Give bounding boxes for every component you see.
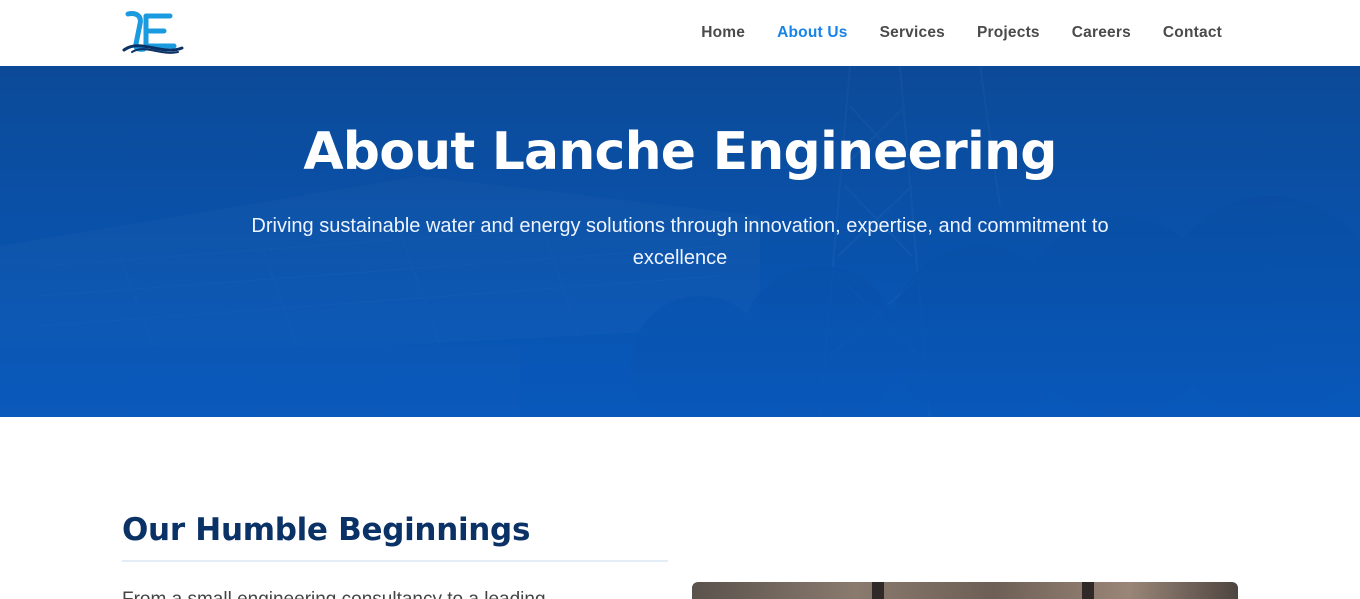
- hero-subtitle: Driving sustainable water and energy sol…: [251, 215, 1109, 269]
- nav-contact[interactable]: Contact: [1163, 24, 1222, 42]
- image-detail: [1082, 582, 1094, 599]
- logo-icon: [122, 11, 184, 54]
- section-divider: [122, 560, 668, 562]
- nav-about-us[interactable]: About Us: [777, 24, 847, 42]
- main-nav: Home About Us Services Projects Careers …: [701, 0, 1222, 66]
- image-detail: [872, 582, 884, 599]
- nav-careers[interactable]: Careers: [1072, 24, 1131, 42]
- nav-services[interactable]: Services: [880, 24, 945, 42]
- site-header: Home About Us Services Projects Careers …: [0, 0, 1360, 66]
- section-title: Our Humble Beginnings: [122, 512, 531, 548]
- nav-home[interactable]: Home: [701, 24, 745, 42]
- section-text: From a small engineering consultancy to …: [122, 586, 668, 599]
- section-image: [692, 582, 1238, 599]
- company-logo[interactable]: [122, 10, 184, 54]
- hero-title: About Lanche Engineering: [303, 122, 1057, 182]
- hero-banner: About Lanche Engineering Driving sustain…: [0, 66, 1360, 417]
- nav-projects[interactable]: Projects: [977, 24, 1040, 42]
